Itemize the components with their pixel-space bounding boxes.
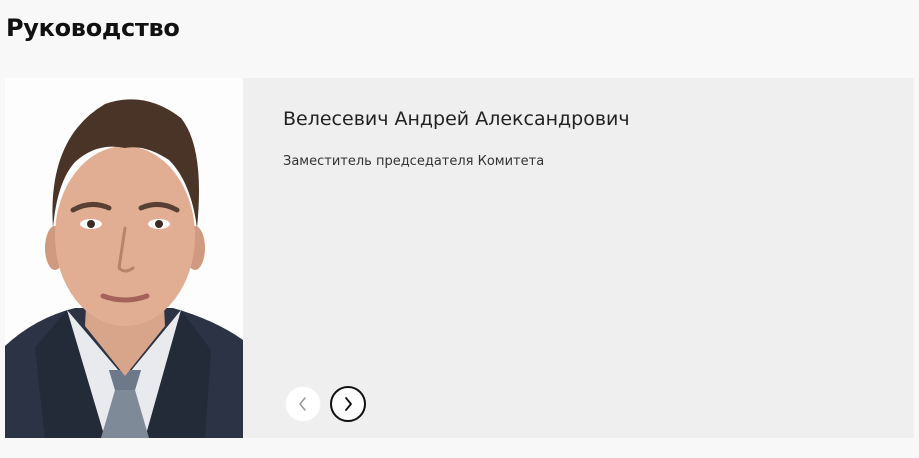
- carousel-next-button[interactable]: [330, 386, 366, 422]
- leader-card: Велесевич Андрей Александрович Заместите…: [5, 78, 914, 438]
- leader-name: Велесевич Андрей Александрович: [283, 108, 630, 130]
- chevron-right-icon: [345, 397, 352, 411]
- leader-position: Заместитель председателя Комитета: [283, 154, 545, 169]
- section-title: Руководство: [6, 14, 180, 42]
- leader-photo: [5, 78, 243, 438]
- carousel-prev-button[interactable]: [285, 386, 321, 422]
- chevron-left-icon: [299, 397, 306, 411]
